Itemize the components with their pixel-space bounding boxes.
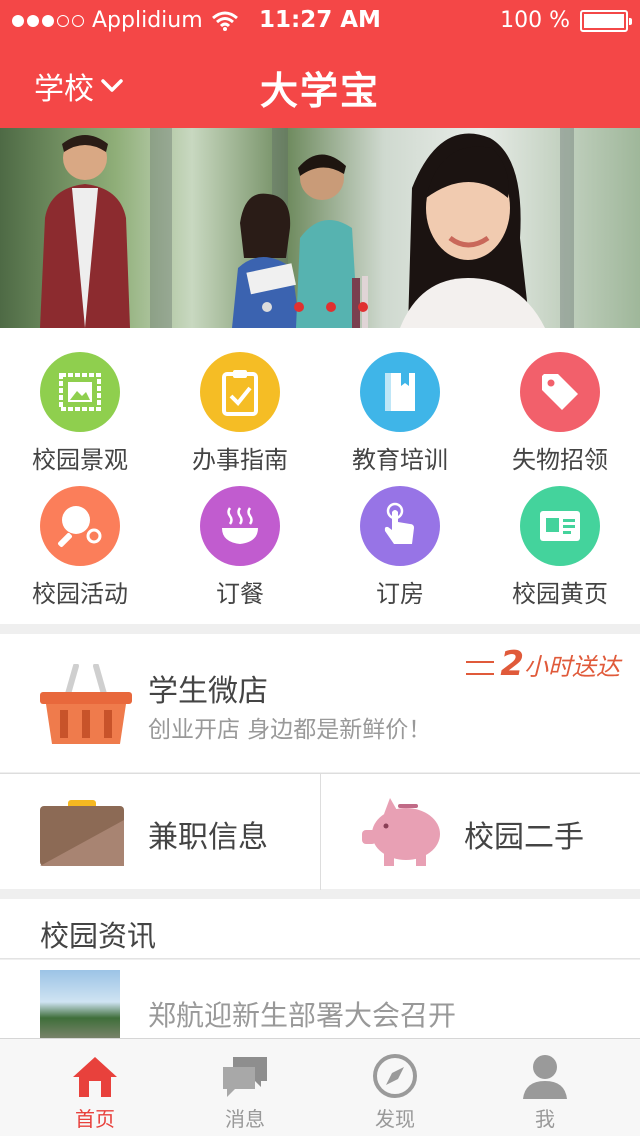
grid-item-lost-found[interactable]: 失物招领: [480, 328, 640, 474]
user-icon: [523, 1055, 567, 1099]
grid-item-label: 校园黄页: [512, 580, 608, 608]
tag-icon: [542, 374, 578, 410]
services-row: 兼职信息 校园二手: [0, 773, 640, 890]
grid-icon-circle: [360, 352, 440, 432]
home-icon: [73, 1057, 117, 1097]
grid-item-activities[interactable]: 校园活动: [0, 462, 160, 608]
tab-label: 我: [535, 1107, 555, 1131]
piggy-bank-icon: [362, 798, 440, 866]
student-shop-card[interactable]: 学生微店 创业开店 身边都是新鲜价！ 2 小时送达: [0, 634, 640, 772]
briefcase-icon: [40, 800, 124, 866]
picture-icon: [59, 373, 101, 411]
book-icon: [385, 373, 415, 411]
second-hand-button[interactable]: 校园二手: [320, 774, 640, 890]
shop-title: 学生微店: [148, 674, 268, 709]
tab-label: 首页: [75, 1107, 115, 1131]
banner-dot[interactable]: [326, 302, 336, 312]
second-hand-label: 校园二手: [464, 820, 584, 855]
grid-item-order-food[interactable]: 订餐: [160, 462, 320, 608]
compass-icon: [373, 1054, 417, 1098]
grid-icon-circle: [200, 352, 280, 432]
news-section-header: 校园资讯: [0, 899, 640, 959]
grid-icon-circle: [520, 486, 600, 566]
news-section-title: 校园资讯: [40, 919, 157, 953]
nav-bar: 学校 大学宝: [0, 40, 640, 128]
grid-icon-circle: [200, 486, 280, 566]
part-time-jobs-button[interactable]: 兼职信息: [0, 774, 320, 890]
promo-text: 小时送达: [524, 653, 620, 681]
banner-photo: [40, 133, 545, 328]
grid-item-campus-scenery[interactable]: 校园景观: [0, 328, 160, 474]
grid-icon-circle: [40, 352, 120, 432]
status-bar: Applidium 11:27 AM 100 %: [0, 0, 640, 40]
hand-tap-icon: [384, 502, 414, 544]
news-list-item[interactable]: 郑航迎新生部署大会召开: [0, 960, 640, 1040]
bowl-icon: [222, 507, 258, 544]
tab-label: 消息: [225, 1107, 265, 1131]
grid-icon-circle: [40, 486, 120, 566]
top-bar: Applidium 11:27 AM 100 % 学校 大学宝: [0, 0, 640, 128]
clipboard-icon: [222, 370, 258, 416]
basket-icon: [40, 664, 132, 744]
bottom-tab-bar: 首页 消息 发现 我: [0, 1038, 640, 1136]
tab-discover[interactable]: 发现: [320, 1039, 470, 1136]
card-icon: [540, 511, 580, 541]
ping-pong-icon: [58, 506, 102, 547]
promo-number: 2: [500, 644, 524, 684]
banner-dot[interactable]: [358, 302, 368, 312]
banner-dot[interactable]: [262, 302, 272, 312]
banner-pagination: [262, 302, 368, 312]
banner-dot[interactable]: [294, 302, 304, 312]
tab-messages[interactable]: 消息: [170, 1039, 320, 1136]
grid-item-label: 校园活动: [32, 580, 128, 608]
category-grid: 校园景观 办事指南 教育培训 失物招领 校园活动 订餐 订房 校园黄页: [0, 328, 640, 624]
grid-item-education[interactable]: 教育培训: [320, 328, 480, 474]
part-time-jobs-label: 兼职信息: [148, 820, 268, 855]
news-headline: 郑航迎新生部署大会召开: [148, 999, 457, 1032]
grid-item-label: 订房: [376, 580, 424, 608]
speed-lines-icon: [466, 661, 495, 675]
page-title: 大学宝: [259, 69, 380, 113]
grid-item-book-room[interactable]: 订房: [320, 462, 480, 608]
battery-icon: [580, 9, 632, 32]
grid-item-yellow-pages[interactable]: 校园黄页: [480, 462, 640, 608]
tab-home[interactable]: 首页: [20, 1039, 170, 1136]
chat-icon: [223, 1057, 267, 1097]
promo-banner[interactable]: [0, 128, 640, 328]
grid-item-label: 订餐: [216, 580, 264, 608]
tab-label: 发现: [375, 1107, 415, 1131]
grid-icon-circle: [520, 352, 600, 432]
shop-subtitle: 创业开店 身边都是新鲜价！: [148, 717, 432, 743]
battery-percent: 100 %: [500, 8, 570, 33]
battery-info: 100 %: [500, 8, 632, 33]
news-thumbnail: [40, 970, 120, 1040]
grid-icon-circle: [360, 486, 440, 566]
grid-item-guide[interactable]: 办事指南: [160, 328, 320, 474]
tab-me[interactable]: 我: [470, 1039, 620, 1136]
delivery-promo: 2 小时送达: [466, 644, 620, 684]
